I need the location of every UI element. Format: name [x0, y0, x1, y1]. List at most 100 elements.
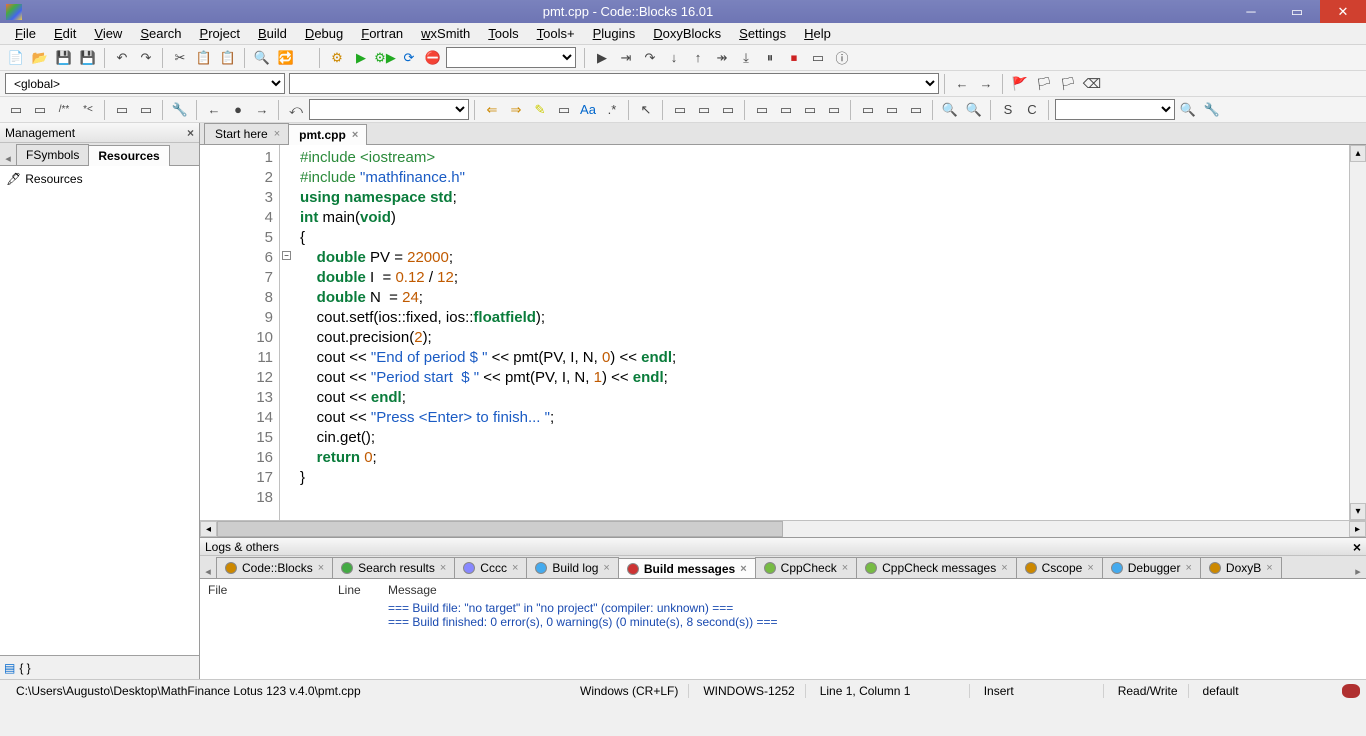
search-opt-icon[interactable]: 🔧 [1201, 99, 1223, 121]
menu-search[interactable]: Search [131, 24, 190, 43]
menu-view[interactable]: View [85, 24, 131, 43]
undo-icon[interactable]: ↶ [111, 47, 133, 69]
bug-icon[interactable] [1342, 684, 1360, 698]
save-all-icon[interactable]: 💾 [77, 47, 99, 69]
tree-root-item[interactable]: 🖋 Resources [4, 170, 195, 188]
code-editor[interactable]: 123456789101112131415161718 − #include <… [200, 145, 1366, 520]
highlight-icon[interactable]: ✎ [529, 99, 551, 121]
menu-help[interactable]: Help [795, 24, 840, 43]
new-file-icon[interactable]: 📄 [5, 47, 27, 69]
nav-fwd-icon[interactable]: → [251, 99, 273, 121]
log-tab-code-blocks[interactable]: Code::Blocks× [216, 557, 333, 578]
menu-plugins[interactable]: Plugins [584, 24, 645, 43]
menu-tools[interactable]: Tools [479, 24, 527, 43]
bookmark-clear-icon[interactable]: ⌫ [1081, 73, 1103, 95]
log-tab-nav-left-icon[interactable]: ◂ [200, 565, 216, 578]
cut-icon[interactable]: ✂ [169, 47, 191, 69]
management-tree[interactable]: 🖋 Resources [0, 166, 199, 655]
save-icon[interactable]: 💾 [53, 47, 75, 69]
s-icon[interactable]: S [997, 99, 1019, 121]
vertical-scrollbar[interactable]: ▴ ▾ [1349, 145, 1366, 520]
break-icon[interactable]: ⏸ [759, 47, 781, 69]
step-out-icon[interactable]: ↑ [687, 47, 709, 69]
prev-func-icon[interactable]: ⇐ [481, 99, 503, 121]
open-file-icon[interactable]: 📂 [29, 47, 51, 69]
scroll-left-icon[interactable]: ◂ [200, 521, 217, 537]
c-icon[interactable]: C [1021, 99, 1043, 121]
tab-close-icon[interactable]: × [603, 562, 609, 574]
zoom-in-icon[interactable]: 🔍 [939, 99, 961, 121]
nav-dot-icon[interactable]: ● [227, 99, 249, 121]
zoom-out-icon[interactable]: 🔍 [963, 99, 985, 121]
box2-icon[interactable]: ▭ [693, 99, 715, 121]
regex-icon[interactable]: .* [601, 99, 623, 121]
next-bookmark-icon[interactable]: → [975, 73, 997, 95]
tab-resources[interactable]: Resources [88, 145, 169, 166]
management-close-icon[interactable]: × [187, 126, 194, 140]
next-line-icon[interactable]: ↷ [639, 47, 661, 69]
step-instr-icon[interactable]: ⤓ [735, 47, 757, 69]
tab-close-icon[interactable]: × [1087, 562, 1093, 574]
doxy-run-icon[interactable]: ▭ [111, 99, 133, 121]
select-icon[interactable]: ▭ [553, 99, 575, 121]
editor-tab-start-here[interactable]: Start here× [204, 123, 289, 144]
log-tab-debugger[interactable]: Debugger× [1102, 557, 1201, 578]
maximize-button[interactable]: ▭ [1274, 0, 1320, 23]
code-content[interactable]: #include <iostream>#include "mathfinance… [296, 145, 1366, 520]
next-instr-icon[interactable]: ↠ [711, 47, 733, 69]
menu-project[interactable]: Project [191, 24, 249, 43]
menu-settings[interactable]: Settings [730, 24, 795, 43]
nav-back-icon[interactable]: ← [203, 99, 225, 121]
tab-close-icon[interactable]: × [1185, 562, 1191, 574]
menu-file[interactable]: File [6, 24, 45, 43]
log-tab-doxyb[interactable]: DoxyB× [1200, 557, 1282, 578]
log-tab-search-results[interactable]: Search results× [332, 557, 455, 578]
bookmark-prev-icon[interactable]: 🏳 [1033, 73, 1055, 95]
logs-body[interactable]: File Line Message === Build file: "no ta… [200, 579, 1366, 679]
search-go-icon[interactable]: 🔍 [1177, 99, 1199, 121]
tab-close-icon[interactable]: × [1266, 562, 1272, 574]
box5-icon[interactable]: ▭ [775, 99, 797, 121]
menu-fortran[interactable]: Fortran [352, 24, 412, 43]
scroll-right-icon[interactable]: ▸ [1349, 521, 1366, 537]
minimize-button[interactable]: ─ [1228, 0, 1274, 23]
menu-debug[interactable]: Debug [296, 24, 352, 43]
tab-close-icon[interactable]: × [274, 128, 280, 140]
tab-close-icon[interactable]: × [440, 562, 446, 574]
log-tab-build-messages[interactable]: Build messages× [618, 558, 756, 579]
box9-icon[interactable]: ▭ [881, 99, 903, 121]
build-icon[interactable]: ⚙ [326, 47, 348, 69]
step-into-icon[interactable]: ↓ [663, 47, 685, 69]
run-to-cursor-icon[interactable]: ⇥ [615, 47, 637, 69]
log-tab-cccc[interactable]: Cccc× [454, 557, 527, 578]
tab-close-icon[interactable]: × [318, 562, 324, 574]
debug-run-icon[interactable]: ▶ [591, 47, 613, 69]
build-target-combo[interactable] [446, 47, 576, 68]
tab-close-icon[interactable]: × [842, 562, 848, 574]
logs-close-icon[interactable]: × [1353, 539, 1361, 555]
close-button[interactable]: ✕ [1320, 0, 1366, 23]
menu-wxsmith[interactable]: wxSmith [412, 24, 479, 43]
horizontal-scrollbar[interactable]: ◂ ▸ [200, 520, 1366, 537]
list-icon[interactable]: ▤ [4, 661, 15, 675]
bookmark-red-icon[interactable]: 🚩 [1009, 73, 1031, 95]
last-jump-icon[interactable]: ⤺ [285, 99, 307, 121]
log-tab-cppcheck[interactable]: CppCheck× [755, 557, 857, 578]
box1-icon[interactable]: ▭ [669, 99, 691, 121]
abort-icon[interactable]: ⛔ [422, 47, 444, 69]
build-run-icon[interactable]: ⚙▶ [374, 47, 396, 69]
next-func-icon[interactable]: ⇒ [505, 99, 527, 121]
replace-icon[interactable]: 🔁 [275, 47, 297, 69]
box6-icon[interactable]: ▭ [799, 99, 821, 121]
tab-close-icon[interactable]: × [1001, 562, 1007, 574]
comment-line-icon[interactable]: *< [77, 99, 99, 121]
prev-bookmark-icon[interactable]: ← [951, 73, 973, 95]
info-icon[interactable]: ⓘ [831, 47, 853, 69]
tab-fsymbols[interactable]: FSymbols [16, 144, 89, 165]
rebuild-icon[interactable]: ⟳ [398, 47, 420, 69]
doxy-html-icon[interactable]: ▭ [135, 99, 157, 121]
tab-nav-left-icon[interactable]: ◂ [0, 152, 16, 165]
debug-windows-icon[interactable]: ▭ [807, 47, 829, 69]
jump-combo[interactable] [309, 99, 469, 120]
stop-debug-icon[interactable]: ⏹ [783, 47, 805, 69]
